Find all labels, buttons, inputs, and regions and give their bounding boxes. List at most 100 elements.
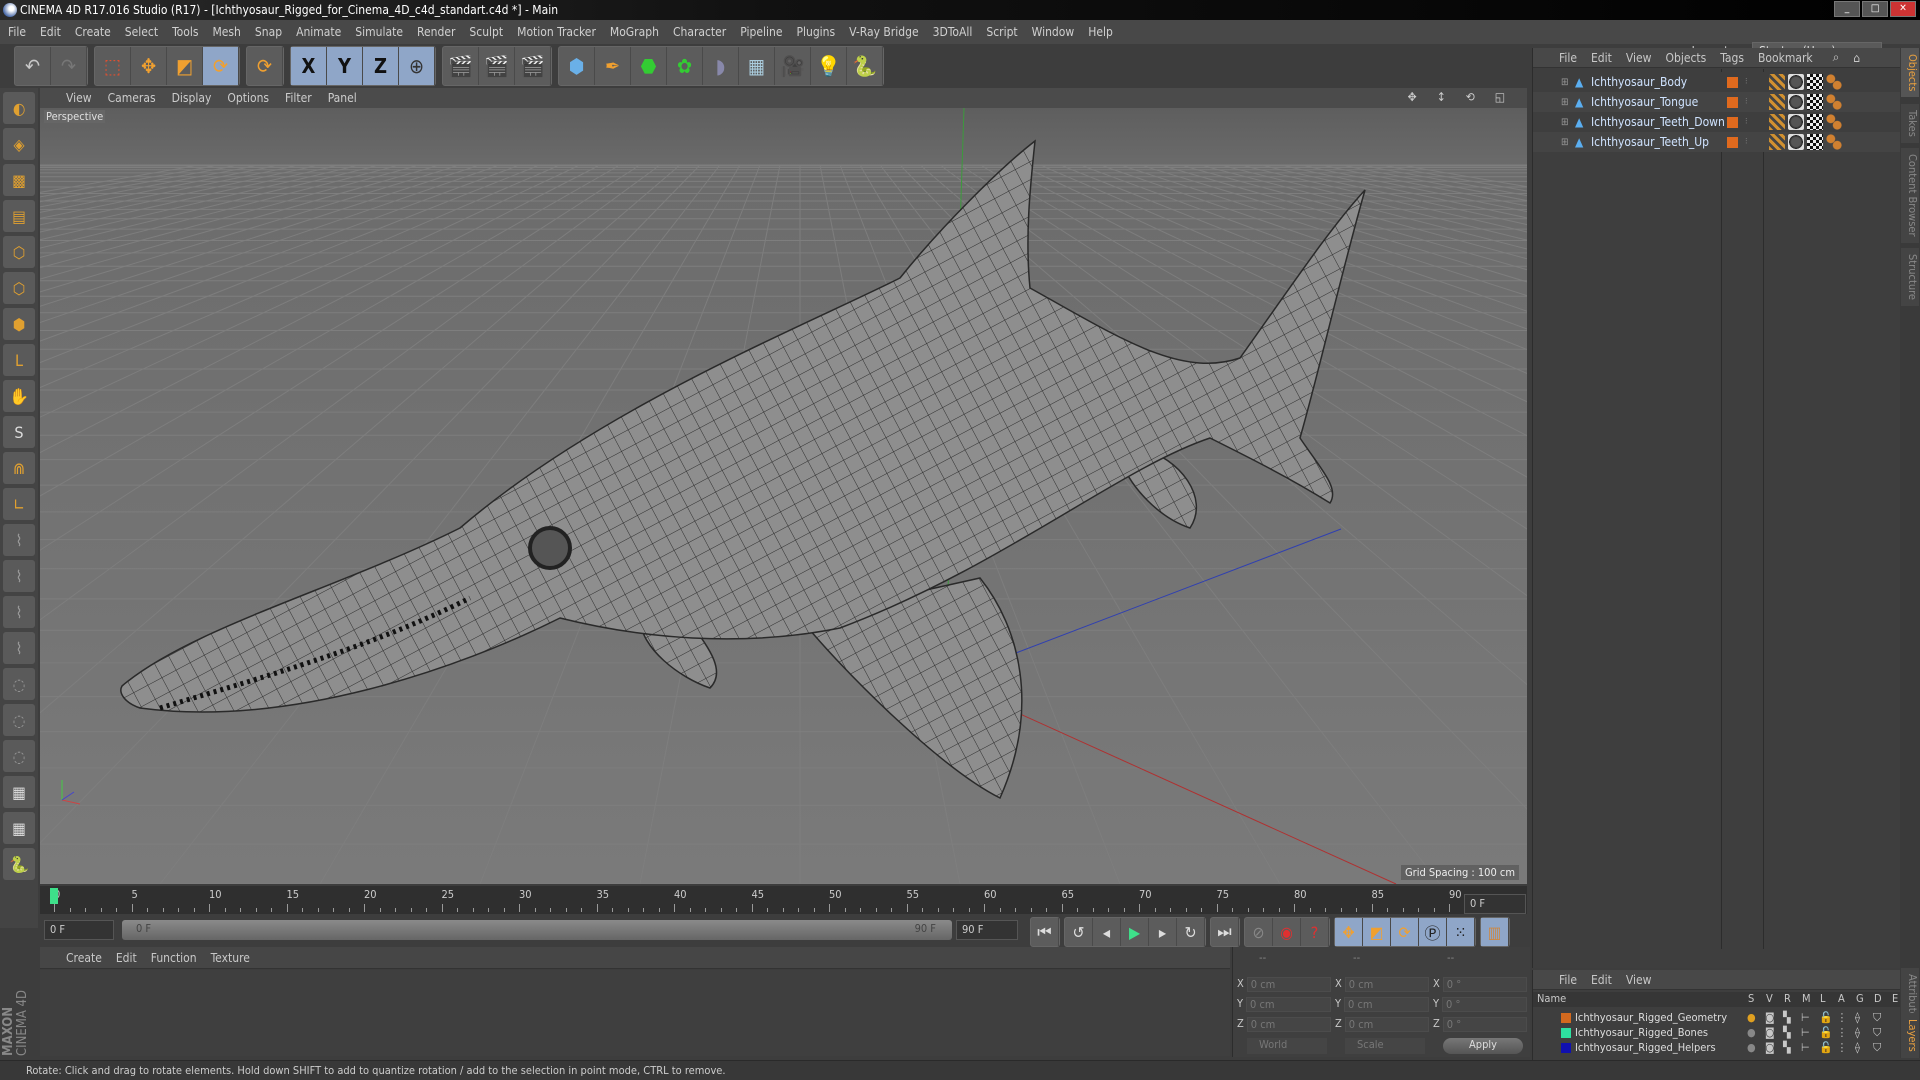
size-y-field[interactable]: 0 cm bbox=[1344, 997, 1429, 1012]
minimize-button[interactable]: _ bbox=[1834, 1, 1860, 17]
key-rotation-icon[interactable]: ⟳ bbox=[1391, 918, 1419, 946]
material-manager-area[interactable] bbox=[40, 970, 1230, 1056]
generators-icon[interactable]: ⟠ bbox=[1855, 1011, 1860, 1024]
model-mode-icon[interactable]: ◈ bbox=[3, 128, 35, 160]
redo-icon[interactable]: ↷ bbox=[51, 47, 87, 85]
current-frame-field[interactable]: 0 F bbox=[44, 920, 114, 940]
range-slider[interactable]: 0 F 90 F bbox=[122, 920, 952, 940]
z-axis-lock-icon[interactable]: Z bbox=[363, 47, 399, 85]
generators-icon[interactable]: ⟠ bbox=[1855, 1026, 1860, 1039]
material-menu-function[interactable]: Function bbox=[151, 951, 197, 965]
weight-tag-icon[interactable] bbox=[1769, 114, 1785, 130]
tab-takes[interactable]: Takes bbox=[1901, 104, 1919, 143]
record-keys-icon[interactable]: ◉ bbox=[1273, 918, 1301, 946]
objects-menu-file[interactable]: File bbox=[1559, 51, 1577, 65]
scale-icon[interactable]: ◩ bbox=[167, 47, 203, 85]
render-icon[interactable]: ▚ bbox=[1783, 1026, 1791, 1039]
grid-magnet-icon[interactable]: ▦ bbox=[3, 812, 35, 844]
floor-icon[interactable]: ▦ bbox=[739, 47, 775, 85]
layer-column-header[interactable]: A bbox=[1838, 992, 1845, 1005]
visibility-dots-icon[interactable]: ⁝ bbox=[1745, 77, 1748, 87]
object-name[interactable]: Ichthyosaur_Tongue bbox=[1591, 95, 1698, 109]
brush-r-icon[interactable]: ⌇ bbox=[3, 596, 35, 628]
viewport-menu-filter[interactable]: Filter bbox=[285, 91, 312, 105]
animation-icon[interactable]: ⋮ bbox=[1837, 1026, 1847, 1039]
material-tag-icon[interactable] bbox=[1788, 114, 1804, 130]
lock-icon[interactable]: 🔓 bbox=[1819, 1011, 1833, 1024]
brush-p-icon[interactable]: ⌇ bbox=[3, 560, 35, 592]
object-name[interactable]: Ichthyosaur_Teeth_Up bbox=[1591, 135, 1709, 149]
edges-mode-icon[interactable]: ⬡ bbox=[3, 272, 35, 304]
layer-column-header[interactable]: E bbox=[1892, 992, 1898, 1005]
menu-plugins[interactable]: Plugins bbox=[796, 25, 835, 39]
rotation-h-field[interactable]: 0 ° bbox=[1442, 977, 1527, 992]
current-frame-right-field[interactable]: 0 F bbox=[1464, 894, 1526, 914]
menu-animate[interactable]: Animate bbox=[296, 25, 341, 39]
play-icon[interactable]: ▶ bbox=[1121, 918, 1149, 946]
layers-menu-file[interactable]: File bbox=[1559, 973, 1577, 987]
render-settings-icon[interactable]: 🎬 bbox=[515, 47, 551, 85]
skin-tag-icon[interactable] bbox=[1826, 94, 1842, 110]
paint-icon[interactable]: ◌ bbox=[3, 704, 35, 736]
layer-column-header[interactable]: S bbox=[1748, 992, 1754, 1005]
object-row[interactable]: ⊞ ▲ Ichthyosaur_Body ⁝ bbox=[1533, 72, 1901, 92]
tab-layers[interactable]: Layers bbox=[1901, 1013, 1919, 1058]
generators-icon[interactable]: ⟠ bbox=[1855, 1041, 1860, 1054]
menu-mograph[interactable]: MoGraph bbox=[610, 25, 659, 39]
layer-name[interactable]: Ichthyosaur_Rigged_Bones bbox=[1575, 1026, 1708, 1039]
workplane-axis-icon[interactable]: ∟ bbox=[3, 488, 35, 520]
expand-icon[interactable]: ⊞ bbox=[1561, 97, 1569, 108]
rotate-icon[interactable]: ⟳ bbox=[203, 47, 239, 85]
layer-row[interactable]: Ichthyosaur_Rigged_Helpers ● ◙ ▚ ⊢ 🔓 ⋮ ⟠ ⛉ bbox=[1533, 1040, 1901, 1055]
dolly-view-icon[interactable]: ↕ bbox=[1437, 90, 1446, 104]
key-scale-icon[interactable]: ◩ bbox=[1363, 918, 1391, 946]
autokey-icon[interactable]: ? bbox=[1301, 918, 1329, 946]
coordinate-system-select[interactable]: World bbox=[1247, 1038, 1327, 1054]
transform-mode-select[interactable]: Scale bbox=[1345, 1038, 1425, 1054]
menu-edit[interactable]: Edit bbox=[40, 25, 61, 39]
expand-icon[interactable]: ⊞ bbox=[1561, 117, 1569, 128]
viewport-menu-display[interactable]: Display bbox=[172, 91, 212, 105]
size-z-field[interactable]: 0 cm bbox=[1344, 1017, 1429, 1032]
menu-tools[interactable]: Tools bbox=[172, 25, 198, 39]
key-pla-icon[interactable]: ⁙ bbox=[1447, 918, 1475, 946]
objects-menu-bookmark[interactable]: Bookmark bbox=[1758, 51, 1813, 65]
python-icon[interactable]: 🐍 bbox=[847, 47, 883, 85]
skin-tag-icon[interactable] bbox=[1826, 74, 1842, 90]
object-name[interactable]: Ichthyosaur_Body bbox=[1591, 75, 1687, 89]
layer-color-swatch[interactable] bbox=[1561, 1012, 1571, 1023]
object-row[interactable]: ⊞ ▲ Ichthyosaur_Tongue ⁝ bbox=[1533, 92, 1901, 112]
weight-tag-icon[interactable] bbox=[1769, 134, 1785, 150]
rotation-b-field[interactable]: 0 ° bbox=[1442, 1017, 1527, 1032]
visibility-dots-icon[interactable]: ⁝ bbox=[1745, 137, 1748, 147]
workplane-icon[interactable]: ▤ bbox=[3, 200, 35, 232]
solo-icon[interactable]: ● bbox=[1747, 1026, 1756, 1039]
layer-column-header[interactable]: G bbox=[1856, 992, 1864, 1005]
menu-vray-bridge[interactable]: V-Ray Bridge bbox=[849, 25, 918, 39]
render-picture-viewer-icon[interactable]: 🎬 bbox=[479, 47, 515, 85]
viewport-menu-options[interactable]: Options bbox=[227, 91, 269, 105]
skin-tag-icon[interactable] bbox=[1826, 134, 1842, 150]
smooth-icon[interactable]: ◌ bbox=[3, 740, 35, 772]
timeline-ruler[interactable]: 051015202530354045505560657075808590 bbox=[40, 886, 1527, 914]
layer-column-header[interactable]: R bbox=[1784, 992, 1791, 1005]
points-mode-icon[interactable]: ⬡ bbox=[3, 236, 35, 268]
animation-icon[interactable]: ⋮ bbox=[1837, 1041, 1847, 1054]
menu-create[interactable]: Create bbox=[75, 25, 111, 39]
apply-button[interactable]: Apply bbox=[1443, 1038, 1523, 1054]
pan-view-icon[interactable]: ✥ bbox=[1408, 90, 1417, 104]
menu-help[interactable]: Help bbox=[1088, 25, 1113, 39]
maximize-button[interactable]: □ bbox=[1862, 1, 1888, 17]
manager-icon[interactable]: ⊢ bbox=[1801, 1041, 1810, 1054]
live-selection-icon[interactable]: ⬚ bbox=[95, 47, 131, 85]
next-key-icon[interactable]: ↻ bbox=[1177, 918, 1205, 946]
menu-sculpt[interactable]: Sculpt bbox=[469, 25, 503, 39]
material-menu-create[interactable]: Create bbox=[66, 951, 102, 965]
viewport-menu-view[interactable]: View bbox=[66, 91, 92, 105]
object-name[interactable]: Ichthyosaur_Teeth_Down bbox=[1591, 115, 1725, 129]
expand-icon[interactable]: ⊞ bbox=[1561, 77, 1569, 88]
playhead[interactable] bbox=[50, 888, 58, 904]
key-position-icon[interactable]: ✥ bbox=[1335, 918, 1363, 946]
rotate-view-icon[interactable]: ⟲ bbox=[1466, 90, 1475, 104]
deformers-icon[interactable]: ⛉ bbox=[1873, 1041, 1881, 1055]
